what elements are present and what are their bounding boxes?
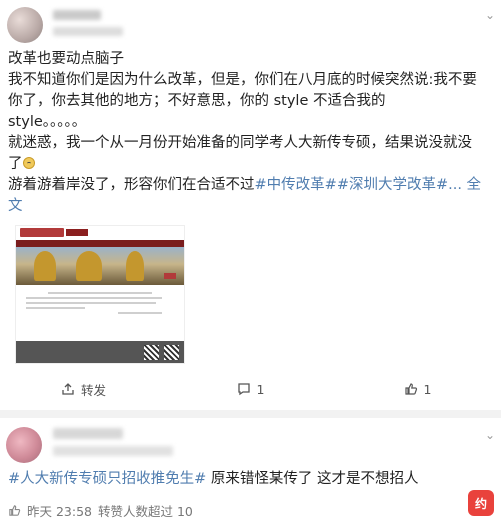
comment-button[interactable]: 1: [167, 382, 334, 397]
text-line-placeholder: [26, 302, 157, 304]
campus-photo: [16, 247, 184, 285]
weibo-post: ⌄ 改革也要动点脑子 我不知道你们是因为什么改革，但是，你们在八月底的时候突然说…: [0, 0, 501, 410]
tree-shape: [34, 251, 56, 281]
post-line-text: 游着游着岸没了，形容你们在合适不过: [8, 177, 255, 193]
post-line: style。。。。。: [8, 114, 87, 130]
post-text: 改革也要动点脑子 我不知道你们是因为什么改革，但是，你们在八月底的时候突然说:我…: [8, 49, 496, 217]
hashtag-link[interactable]: #深圳大学改革#: [337, 177, 448, 193]
chevron-down-icon[interactable]: ⌄: [485, 428, 495, 442]
post-meta: 昨天 23:58 转赞人数超过 10: [8, 501, 193, 520]
comment-count: 1: [256, 381, 265, 397]
text-line-placeholder: [117, 312, 163, 314]
site-badge: [66, 229, 88, 236]
repost-icon: [62, 383, 74, 395]
expand-full-text-link-wrap[interactable]: 文: [8, 196, 496, 217]
expand-full-text-link[interactable]: ... 全: [448, 177, 481, 193]
confused-emoji-icon: [22, 157, 35, 169]
embed-body: [16, 285, 184, 321]
repost-button[interactable]: 转发: [0, 380, 167, 399]
username-blurred[interactable]: [53, 428, 123, 439]
engagement-summary: 转赞人数超过 10: [98, 504, 193, 519]
avatar[interactable]: [6, 427, 42, 463]
text-line-placeholder: [26, 297, 163, 299]
comment-icon: [237, 383, 250, 396]
qr-code-icon: [144, 345, 159, 360]
embedded-screenshot-image[interactable]: [15, 225, 185, 364]
text-line-placeholder: [26, 307, 86, 309]
post-line: 我不知道你们是因为什么改革，但是，你们在八月底的时候突然说:我不要: [8, 72, 477, 88]
avatar[interactable]: [7, 7, 43, 43]
post-line: 就迷惑，我一个从一月份开始准备的同学考人大新传专硕，结果说没就没: [8, 135, 472, 151]
thumbs-up-icon: [404, 383, 417, 395]
embed-footer: [16, 341, 184, 363]
post-text-body: 原来错怪某传了 这才是不想招人: [206, 471, 419, 487]
embed-header: [16, 226, 184, 240]
post-line: 改革也要动点脑子: [8, 51, 124, 67]
hashtag-link[interactable]: #中传改革#: [255, 177, 337, 193]
username-blurred[interactable]: [53, 10, 101, 20]
hashtag-link[interactable]: #人大新传专硕只招收推免生#: [8, 471, 206, 487]
post-line: 了: [8, 154, 496, 175]
like-count: 1: [423, 381, 432, 397]
qr-code-icon: [164, 345, 179, 360]
like-button[interactable]: 1: [334, 382, 501, 397]
repost-label: 转发: [80, 382, 106, 398]
post-time: 昨天 23:58: [27, 504, 92, 519]
action-bar: 转发 1 1: [0, 370, 501, 408]
post-line-with-tags: 游着游着岸没了，形容你们在合适不过#中传改革##深圳大学改革#... 全: [8, 175, 496, 196]
embed-nav-bar: [16, 240, 184, 247]
app-watermark-logo: 约: [468, 490, 494, 516]
watermark-glyph: 约: [474, 496, 487, 511]
photo-badge: [164, 273, 176, 279]
tree-shape: [76, 251, 102, 281]
university-logo: [20, 228, 64, 237]
post-text: #人大新传专硕只招收推免生# 原来错怪某传了 这才是不想招人: [8, 469, 496, 490]
post-meta-blurred: [53, 446, 173, 456]
text-line-placeholder: [48, 292, 152, 294]
post-meta-blurred: [53, 27, 123, 36]
weibo-post: ⌄ #人大新传专硕只招收推免生# 原来错怪某传了 这才是不想招人 昨天 23:5…: [0, 418, 501, 526]
post-line-text: 了: [8, 156, 23, 172]
chevron-down-icon[interactable]: ⌄: [485, 8, 495, 22]
tree-shape: [126, 251, 144, 281]
post-line: 你了，你去其他的地方；不好意思，你的 style 不适合我的: [8, 93, 386, 109]
thumbs-up-icon: [9, 505, 21, 516]
post-divider: [0, 410, 501, 418]
